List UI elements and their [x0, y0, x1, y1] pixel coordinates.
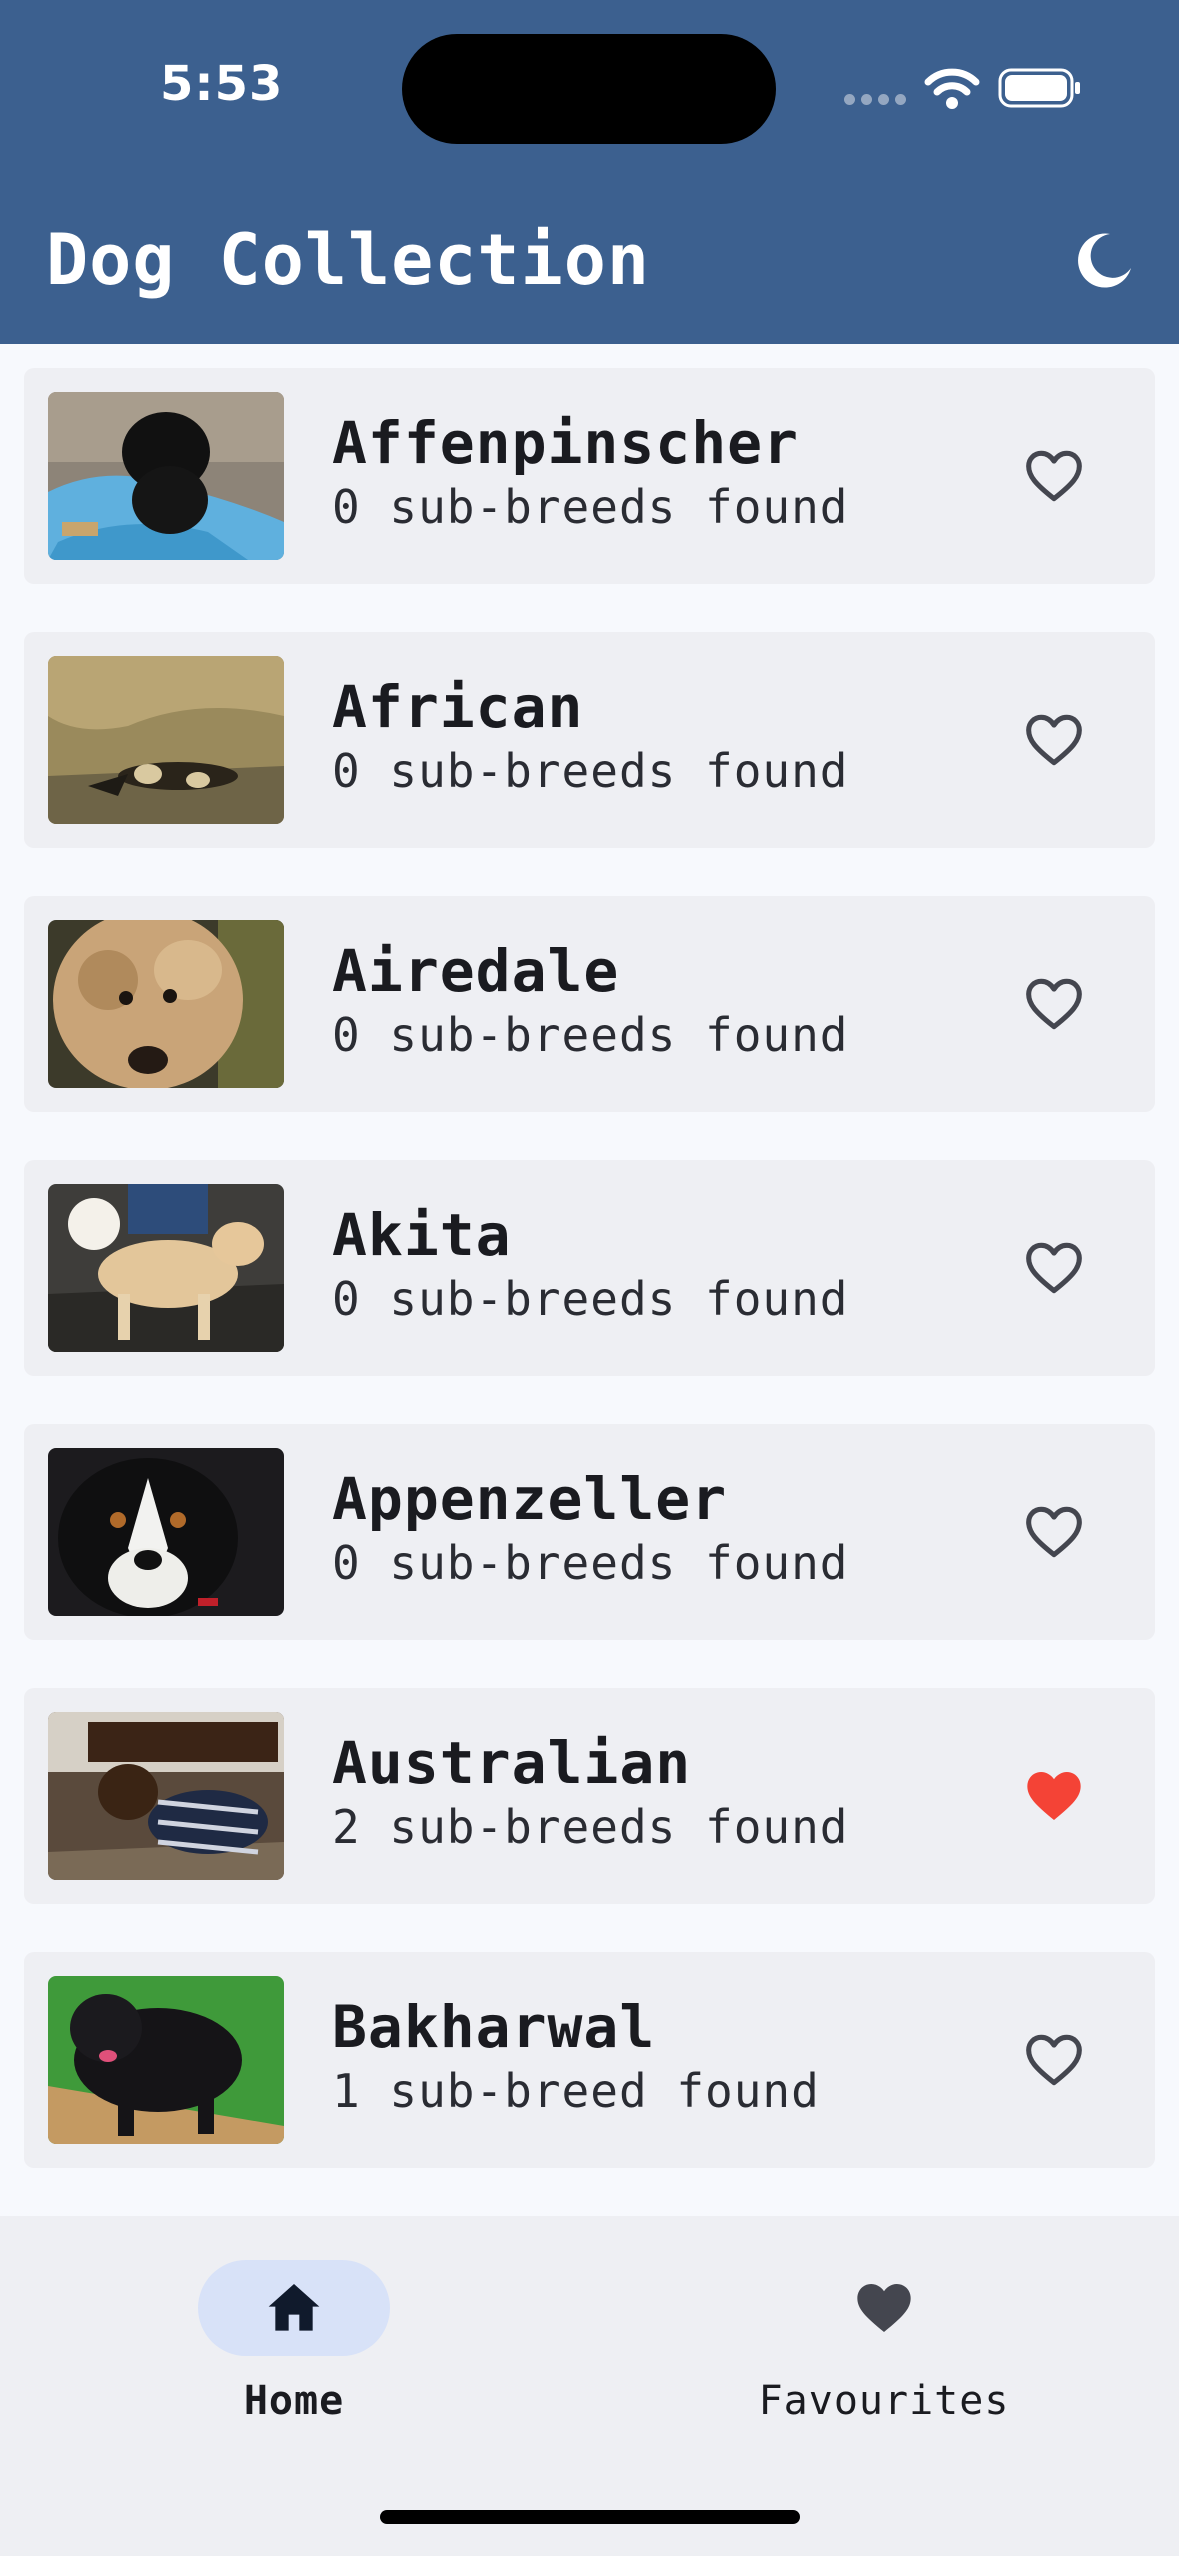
favourite-button[interactable]	[1018, 968, 1090, 1040]
breed-photo	[48, 1448, 284, 1616]
home-icon	[268, 2284, 320, 2331]
favourite-button[interactable]	[1018, 1496, 1090, 1568]
sub-breed-count: 0 sub-breeds found	[332, 744, 849, 798]
favourite-button[interactable]	[1018, 440, 1090, 512]
heart-outline-icon	[1026, 714, 1082, 766]
breed-name: Airedale	[332, 937, 620, 1005]
breed-name: Appenzeller	[332, 1465, 728, 1533]
status-time: 5:53	[160, 56, 284, 112]
favourite-button[interactable]	[1018, 1232, 1090, 1304]
list-item[interactable]: Appenzeller 0 sub-breeds found	[24, 1424, 1155, 1640]
favourite-button[interactable]	[1018, 704, 1090, 776]
breed-name: Australian	[332, 1729, 692, 1797]
list-item[interactable]: Australian 2 sub-breeds found	[24, 1688, 1155, 1904]
list-item[interactable]: Airedale 0 sub-breeds found	[24, 896, 1155, 1112]
favourite-button[interactable]	[1018, 2024, 1090, 2096]
sub-breed-count: 1 sub-breed found	[332, 2064, 820, 2118]
breed-photo	[48, 1976, 284, 2144]
breed-photo	[48, 392, 284, 560]
breed-name: Bakharwal	[332, 1993, 656, 2061]
breed-name: African	[332, 673, 584, 741]
moon-icon	[1078, 233, 1131, 288]
dynamic-island	[402, 34, 776, 144]
wifi-icon	[924, 68, 980, 109]
heart-filled-icon	[1027, 1772, 1081, 1820]
sub-breed-count: 0 sub-breeds found	[332, 1536, 849, 1590]
theme-toggle-button[interactable]	[1070, 226, 1138, 294]
list-item[interactable]: Bakharwal 1 sub-breed found	[24, 1952, 1155, 2168]
breed-name: Akita	[332, 1201, 512, 1269]
favourite-button[interactable]	[1018, 1760, 1090, 1832]
list-item[interactable]: Affenpinscher 0 sub-breeds found	[24, 368, 1155, 584]
app-header: 5:53 Dog Collection	[0, 0, 1179, 344]
list-item[interactable]: African 0 sub-breeds found	[24, 632, 1155, 848]
bottom-navigation: Home Favourites	[0, 2216, 1179, 2556]
nav-favourites-label: Favourites	[758, 2378, 1010, 2424]
heart-outline-icon	[1026, 1242, 1082, 1294]
sub-breed-count: 0 sub-breeds found	[332, 1008, 849, 1062]
heart-outline-icon	[1026, 2034, 1082, 2086]
heart-outline-icon	[1026, 1506, 1082, 1558]
breed-photo	[48, 656, 284, 824]
cellular-signal-icon	[844, 94, 906, 105]
breed-photo	[48, 920, 284, 1088]
heart-outline-icon	[1026, 450, 1082, 502]
breed-name: Affenpinscher	[332, 409, 799, 477]
heart-icon	[857, 2284, 911, 2332]
list-item[interactable]: Akita 0 sub-breeds found	[24, 1160, 1155, 1376]
breed-list[interactable]: Affenpinscher 0 sub-breeds found African…	[0, 344, 1179, 2216]
nav-home-label: Home	[243, 2378, 345, 2424]
battery-icon	[998, 68, 1080, 108]
breed-photo	[48, 1712, 284, 1880]
breed-photo	[48, 1184, 284, 1352]
nav-favourites-tab[interactable]: Favourites	[734, 2260, 1034, 2430]
nav-home-tab[interactable]: Home	[144, 2260, 444, 2430]
home-indicator	[380, 2510, 800, 2524]
heart-outline-icon	[1026, 978, 1082, 1030]
sub-breed-count: 0 sub-breeds found	[332, 1272, 849, 1326]
sub-breed-count: 0 sub-breeds found	[332, 480, 849, 534]
sub-breed-count: 2 sub-breeds found	[332, 1800, 849, 1854]
page-title: Dog Collection	[46, 219, 651, 301]
